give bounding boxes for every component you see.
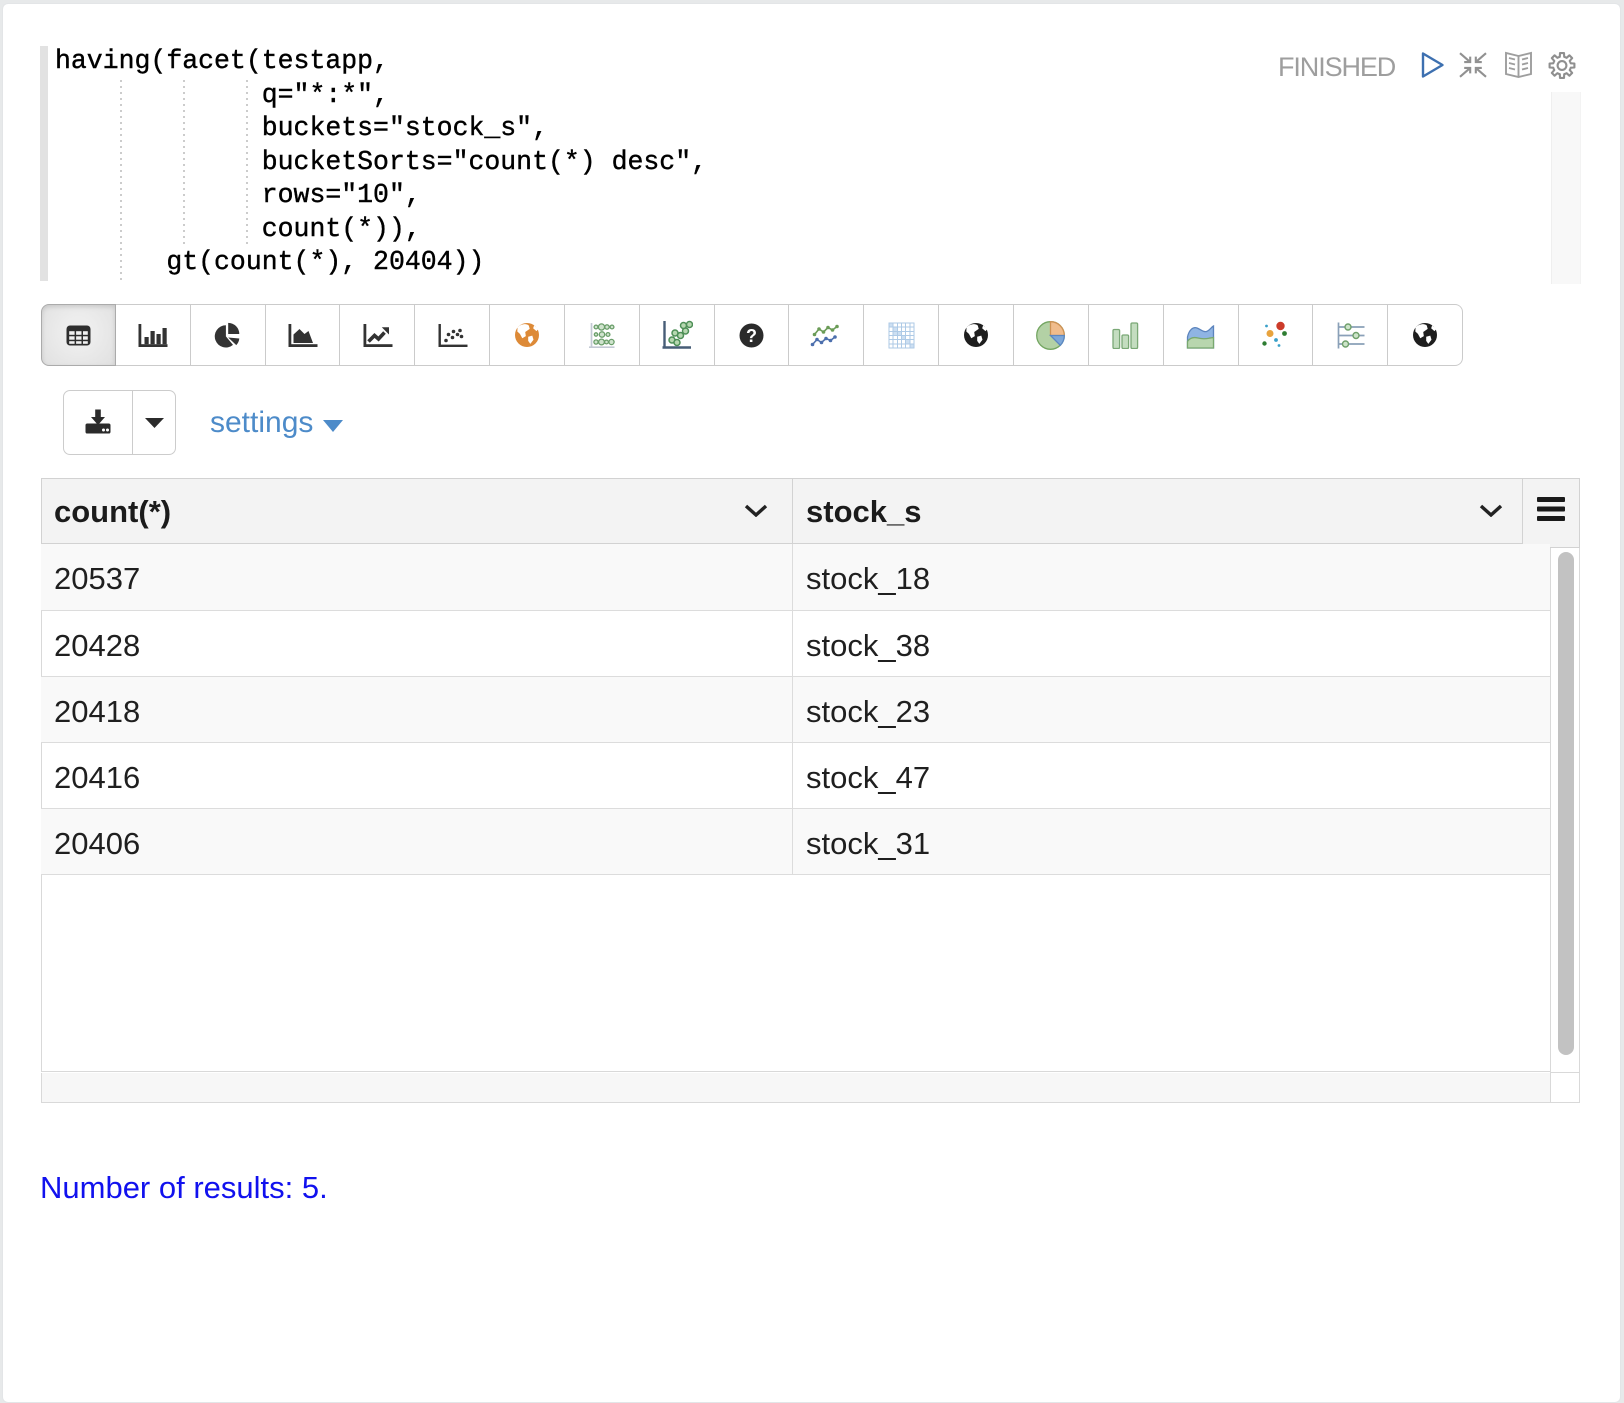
svg-text:?: ? [746, 326, 757, 346]
